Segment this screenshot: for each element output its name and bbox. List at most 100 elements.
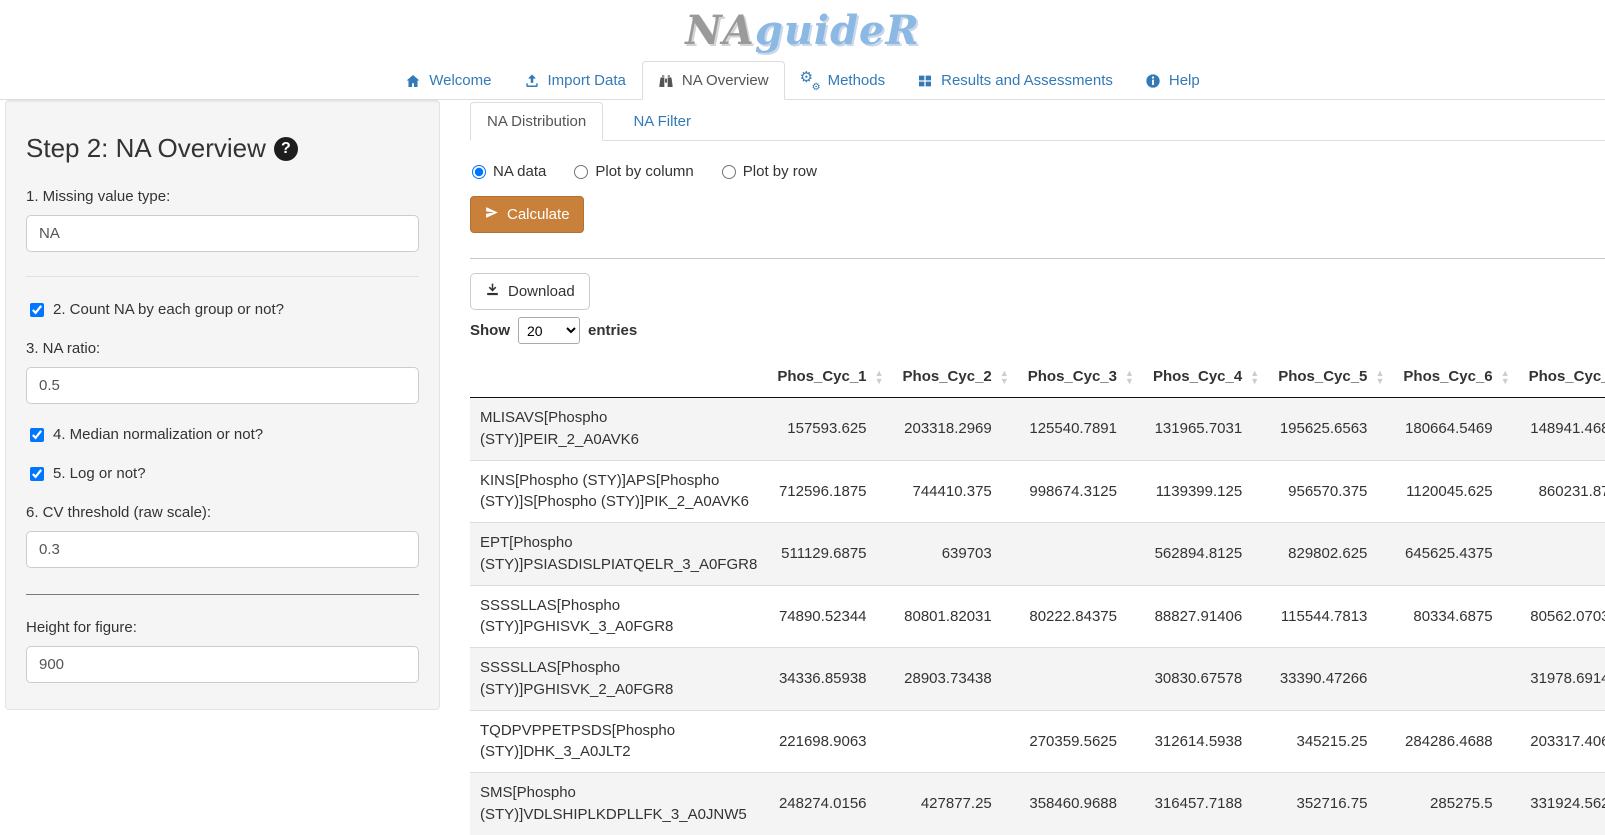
radio-plot-by-column[interactable]: Plot by column: [574, 163, 693, 180]
column-header-Phos_Cyc_1[interactable]: Phos_Cyc_1 ▲▼: [767, 356, 892, 398]
median-norm-checkbox[interactable]: [30, 428, 44, 442]
value-cell: 829802.625: [1268, 523, 1393, 586]
sidebar-title-text: Step 2: NA Overview: [26, 133, 266, 164]
home-icon: [405, 73, 421, 89]
table-icon: [917, 73, 933, 89]
main-nav: Welcome Import Data NA Overview ⚙⚙ Metho…: [0, 58, 1605, 100]
missing-value-input[interactable]: [26, 215, 419, 252]
value-cell: [1018, 523, 1143, 586]
help-question-icon[interactable]: ?: [274, 137, 298, 161]
na-ratio-input[interactable]: [26, 367, 419, 404]
count-na-checkbox[interactable]: [30, 303, 44, 317]
cv-threshold-group: 6. CV threshold (raw scale):: [26, 504, 419, 568]
column-header-Phos_Cyc_7[interactable]: Phos_Cyc_7▲▼: [1519, 356, 1605, 398]
sort-icon: ▲▼: [1125, 369, 1134, 385]
log-checkbox-row[interactable]: 5. Log or not?: [30, 465, 419, 482]
download-button[interactable]: Download: [470, 273, 590, 310]
calculate-button-label: Calculate: [507, 206, 570, 223]
value-cell: 30830.67578: [1143, 648, 1268, 711]
value-cell: 248274.0156: [767, 773, 892, 835]
value-cell: [1393, 648, 1518, 711]
radio-plot-by-row[interactable]: Plot by row: [722, 163, 817, 180]
value-cell: 80222.84375: [1018, 585, 1143, 648]
column-header-Phos_Cyc_6[interactable]: Phos_Cyc_6▲▼: [1393, 356, 1518, 398]
column-header-label: Phos_Cyc_4: [1153, 368, 1242, 385]
radio-plot-by-column-input[interactable]: [574, 165, 588, 179]
subtab-label: NA Distribution: [487, 113, 586, 130]
value-cell: 148941.4688: [1519, 398, 1605, 461]
table-row: MLISAVS[Phospho (STY)]PEIR_2_A0AVK615759…: [470, 398, 1605, 461]
table-body: MLISAVS[Phospho (STY)]PEIR_2_A0AVK615759…: [470, 398, 1605, 835]
value-cell: 80562.07031: [1519, 585, 1605, 648]
row-name-cell: KINS[Phospho (STY)]APS[Phospho (STY)]S[P…: [470, 460, 767, 523]
nav-tab-help[interactable]: Help: [1129, 61, 1216, 100]
column-header-Phos_Cyc_4[interactable]: Phos_Cyc_4▲▼: [1143, 356, 1268, 398]
value-cell: 645625.4375: [1393, 523, 1518, 586]
sort-icon: ▲▼: [1501, 369, 1510, 385]
download-icon: [485, 282, 500, 301]
nav-tab-results[interactable]: Results and Assessments: [901, 61, 1129, 100]
value-cell: 74890.52344: [767, 585, 892, 648]
entries-label: entries: [588, 322, 637, 339]
value-cell: 28903.73438: [893, 648, 1018, 711]
value-cell: [1519, 523, 1605, 586]
column-header-label: Phos_Cyc_2: [903, 368, 992, 385]
table-row: TQDPVPPETPSDS[Phospho (STY)]DHK_3_A0JLT2…: [470, 710, 1605, 773]
sort-icon: ▲▼: [875, 369, 884, 385]
value-cell: 316457.7188: [1143, 773, 1268, 835]
count-na-label: 2. Count NA by each group or not?: [53, 301, 284, 318]
section-divider: [470, 258, 1605, 259]
main-panel: NA Distribution NA Filter NA data Plot b…: [470, 100, 1605, 835]
radio-na-data-input[interactable]: [472, 165, 486, 179]
row-name-column-header[interactable]: [470, 356, 767, 398]
show-label: Show: [470, 322, 510, 339]
missing-value-group: 1. Missing value type:: [26, 188, 419, 252]
value-cell: 998674.3125: [1018, 460, 1143, 523]
page-length-control: Show 20 entries: [470, 317, 1605, 344]
subtab-na-distribution[interactable]: NA Distribution: [470, 102, 603, 141]
row-name-cell: TQDPVPPETPSDS[Phospho (STY)]DHK_3_A0JLT2: [470, 710, 767, 773]
value-cell: 860231.875: [1519, 460, 1605, 523]
missing-value-label: 1. Missing value type:: [26, 188, 419, 205]
column-header-label: Phos_Cyc_7: [1529, 368, 1605, 385]
radio-label: NA data: [493, 163, 546, 180]
value-cell: 80334.6875: [1393, 585, 1518, 648]
column-header-label: Phos_Cyc_1: [777, 368, 866, 385]
nav-tab-welcome[interactable]: Welcome: [389, 61, 507, 100]
content: Step 2: NA Overview ? 1. Missing value t…: [0, 100, 1605, 835]
figure-height-input[interactable]: [26, 646, 419, 683]
value-cell: 195625.6563: [1268, 398, 1393, 461]
radio-na-data[interactable]: NA data: [472, 163, 546, 180]
count-na-checkbox-row[interactable]: 2. Count NA by each group or not?: [30, 301, 419, 318]
nav-tab-methods[interactable]: ⚙⚙ Methods: [785, 61, 902, 100]
value-cell: 511129.6875: [767, 523, 892, 586]
value-cell: 712596.1875: [767, 460, 892, 523]
radio-plot-by-row-input[interactable]: [722, 165, 736, 179]
median-norm-checkbox-row[interactable]: 4. Median normalization or not?: [30, 426, 419, 443]
calculate-button[interactable]: Calculate: [470, 196, 584, 233]
value-cell: 270359.5625: [1018, 710, 1143, 773]
log-checkbox[interactable]: [30, 467, 44, 481]
value-cell: 1139399.125: [1143, 460, 1268, 523]
column-header-Phos_Cyc_5[interactable]: Phos_Cyc_5 ▲▼: [1268, 356, 1393, 398]
cv-threshold-input[interactable]: [26, 531, 419, 568]
sort-icon: ▲▼: [1375, 369, 1384, 385]
nav-tab-label: Import Data: [548, 72, 626, 89]
table-head: Phos_Cyc_1▲▼Phos_Cyc_2▲▼Phos_Cyc_3▲▼Phos…: [470, 356, 1605, 398]
value-cell: 203318.2969: [893, 398, 1018, 461]
subtab-na-filter[interactable]: NA Filter: [603, 102, 721, 141]
value-cell: 352716.75: [1268, 773, 1393, 835]
page-length-select[interactable]: 20: [518, 317, 580, 344]
column-header-label: Phos_Cyc_5: [1278, 368, 1367, 385]
nav-tab-na-overview[interactable]: NA Overview: [642, 61, 785, 100]
radio-label: Plot by column: [595, 163, 693, 180]
nav-tab-import-data[interactable]: Import Data: [508, 61, 642, 100]
binoculars-icon: [658, 73, 674, 89]
download-button-label: Download: [508, 283, 575, 300]
column-header-Phos_Cyc_3[interactable]: Phos_Cyc_3▲▼: [1018, 356, 1143, 398]
column-header-Phos_Cyc_2[interactable]: Phos_Cyc_2 ▲▼: [893, 356, 1018, 398]
value-cell: 744410.375: [893, 460, 1018, 523]
value-cell: 639703: [893, 523, 1018, 586]
nav-tab-label: Methods: [828, 72, 886, 89]
sort-icon: ▲▼: [1000, 369, 1009, 385]
